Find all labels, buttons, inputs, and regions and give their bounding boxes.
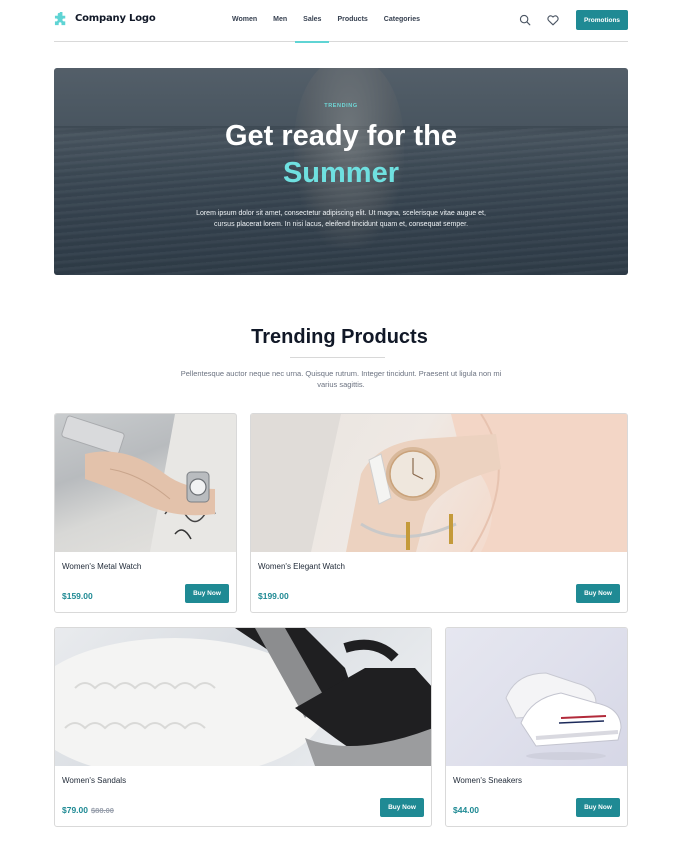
section-divider (290, 357, 385, 358)
hero-description: Lorem ipsum dolor sit amet, consectetur … (196, 210, 486, 228)
product-name[interactable]: Women's Elegant Watch (258, 562, 345, 571)
sneakers-illustration (505, 672, 622, 760)
metal-watch-illustration (61, 414, 236, 552)
product-name[interactable]: Women's Metal Watch (62, 562, 141, 571)
current-price: $44.00 (453, 805, 479, 815)
nav-link-sales[interactable]: Sales (295, 0, 330, 43)
sandals-illustration (55, 628, 431, 766)
product-image[interactable] (251, 414, 627, 552)
section-title: Trending Products (251, 326, 428, 348)
product-image[interactable] (55, 414, 236, 552)
section-description: Pellentesque auctor neque nec urna. Quis… (180, 369, 502, 389)
nav-link-women[interactable]: Women (224, 0, 265, 42)
product-price: $199.00 (258, 591, 289, 601)
buy-now-button[interactable]: Buy Now (576, 798, 620, 817)
original-price: $88.00 (91, 806, 114, 815)
nav-link-categories[interactable]: Categories (376, 0, 428, 42)
promotions-button[interactable]: Promotions (576, 10, 628, 30)
product-name[interactable]: Women's Sneakers (453, 776, 522, 785)
search-icon[interactable] (518, 13, 532, 27)
product-card[interactable]: Women's Elegant Watch $199.00 Buy Now (250, 413, 628, 613)
product-card[interactable]: Women's Sandals $79.00 $88.00 Buy Now (54, 627, 432, 827)
heart-icon[interactable] (546, 13, 560, 27)
nav-link-men[interactable]: Men (265, 0, 295, 42)
main-nav: Women Men Sales Products Categories (224, 0, 428, 43)
navbar: Company Logo Women Men Sales Products Ca… (54, 0, 628, 43)
product-card[interactable]: Women's Metal Watch $159.00 Buy Now (54, 413, 237, 613)
product-price: $44.00 (453, 805, 479, 815)
product-image[interactable] (55, 628, 431, 766)
hero-banner: TRENDING Get ready for the Summer Lorem … (54, 68, 628, 275)
nav-link-products[interactable]: Products (329, 0, 375, 42)
current-price: $159.00 (62, 591, 93, 601)
buy-now-button[interactable]: Buy Now (380, 798, 424, 817)
product-image[interactable] (446, 628, 627, 766)
product-card[interactable]: Women's Sneakers $44.00 Buy Now (445, 627, 628, 827)
buy-now-button[interactable]: Buy Now (185, 584, 229, 603)
logo-text: Company Logo (75, 13, 156, 24)
hero-title-line2: Summer (282, 157, 400, 189)
puzzle-logo-icon (54, 11, 66, 26)
product-name[interactable]: Women's Sandals (62, 776, 126, 785)
product-price: $79.00 $88.00 (62, 805, 114, 815)
buy-now-button[interactable]: Buy Now (576, 584, 620, 603)
hero-tag: TRENDING (324, 103, 358, 109)
nav-icons (518, 13, 560, 27)
product-price: $159.00 (62, 591, 93, 601)
current-price: $199.00 (258, 591, 289, 601)
current-price: $79.00 (62, 805, 88, 815)
hero-title-line1: Get ready for the (224, 120, 458, 152)
elegant-watch-illustration (251, 414, 627, 552)
company-logo[interactable]: Company Logo (54, 11, 156, 26)
